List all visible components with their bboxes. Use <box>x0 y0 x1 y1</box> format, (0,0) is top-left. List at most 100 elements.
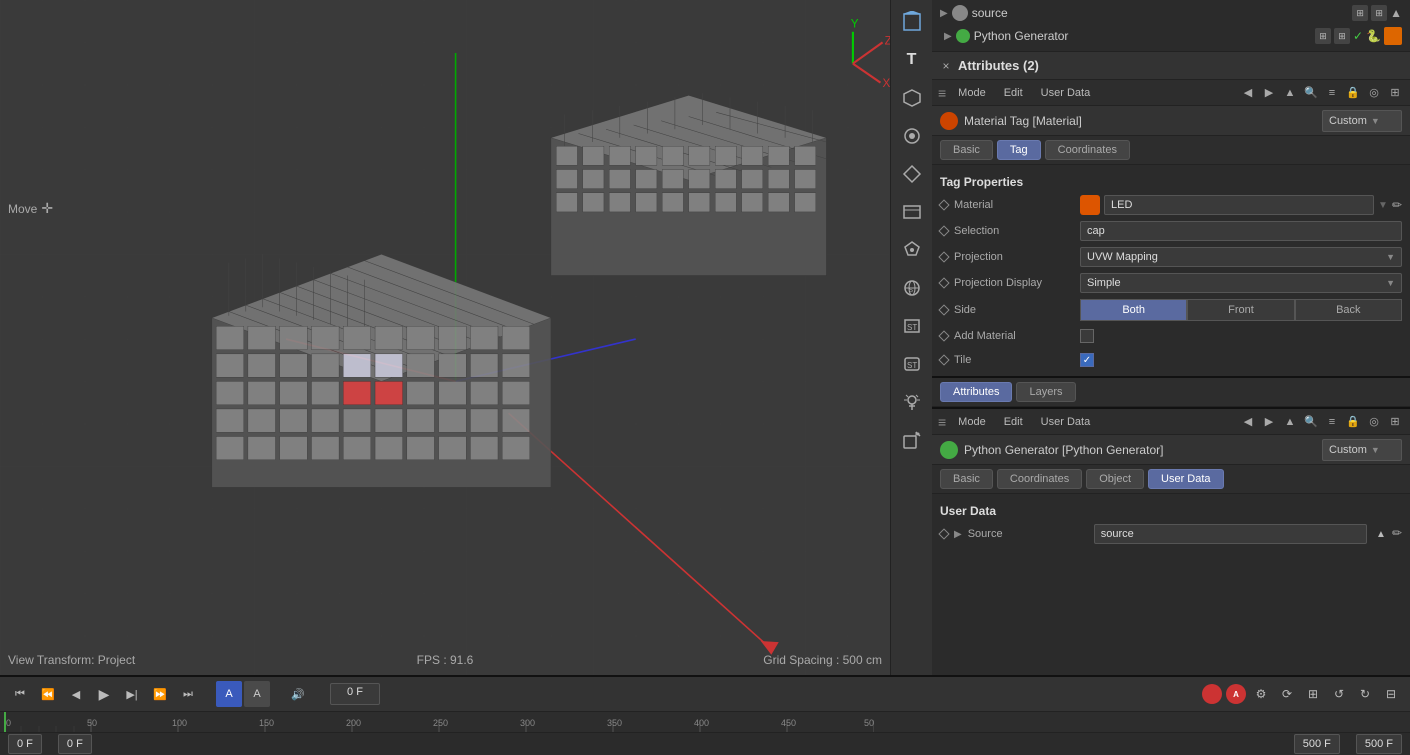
source-arrow-up[interactable]: ▲ <box>1373 526 1389 542</box>
projection-diamond[interactable] <box>938 251 949 262</box>
timeline-ruler[interactable]: 0 50 100 150 200 250 300 350 400 450 500 <box>0 712 1410 731</box>
side-btn-front[interactable]: Front <box>1187 299 1294 321</box>
search-icon[interactable]: 🔍 <box>1302 84 1320 102</box>
tl-settings[interactable]: ⚙ <box>1250 683 1272 705</box>
tile-checkbox[interactable]: ✓ <box>1080 353 1094 367</box>
sidebar-icon-poly[interactable] <box>894 232 930 268</box>
sidebar-icon-stamp[interactable]: ST <box>894 308 930 344</box>
nav-back-icon[interactable]: ◀ <box>1239 84 1257 102</box>
nav-up-icon[interactable]: ▲ <box>1281 84 1299 102</box>
tl-step-back[interactable]: ◀ <box>64 682 88 706</box>
frame-counter-start2[interactable]: 0 F <box>58 734 92 754</box>
proj-display-dropdown[interactable]: Simple ▼ <box>1080 273 1402 293</box>
tl-next-key[interactable]: ⏩ <box>148 682 172 706</box>
material-edit-icon[interactable]: ✏ <box>1392 198 1402 212</box>
edit-btn-1[interactable]: Edit <box>998 86 1029 100</box>
sidebar-icon-cube[interactable] <box>894 4 930 40</box>
selection-input[interactable]: cap <box>1080 221 1402 241</box>
target-icon[interactable]: ◎ <box>1365 84 1383 102</box>
tl-sync[interactable]: ⟳ <box>1276 683 1298 705</box>
tl-frame-input[interactable]: 0 F <box>330 683 380 705</box>
object-row-source[interactable]: ▶ source ⊞ ⊞ ▲ <box>936 2 1406 24</box>
py-ctrl-1[interactable]: ⊞ <box>1315 28 1331 44</box>
source-ctrl-2[interactable]: ⊞ <box>1371 5 1387 21</box>
tab-attributes-main[interactable]: Attributes <box>940 382 1012 402</box>
sidebar-icon-text[interactable]: T <box>894 42 930 78</box>
sidebar-icon-tag[interactable] <box>894 422 930 458</box>
tl-mode-btn[interactable]: A <box>216 681 242 707</box>
lock-icon[interactable]: 🔒 <box>1344 84 1362 102</box>
material-diamond[interactable] <box>938 199 949 210</box>
attr-close-btn-1[interactable]: × <box>938 58 954 74</box>
tl-menu1[interactable]: ⊞ <box>1302 683 1324 705</box>
external-icon-2[interactable]: ⊞ <box>1386 413 1404 431</box>
material-color-swatch[interactable] <box>1080 195 1100 215</box>
sidebar-icon-stamp2[interactable]: ST <box>894 346 930 382</box>
nav-up-icon-2[interactable]: ▲ <box>1281 413 1299 431</box>
object-row-python-gen[interactable]: ▶ Python Generator ⊞ ⊞ ✓ 🐍 <box>936 24 1406 48</box>
material-name-field[interactable]: LED <box>1104 195 1374 215</box>
add-material-checkbox[interactable] <box>1080 329 1094 343</box>
sidebar-icon-object[interactable] <box>894 80 930 116</box>
tl-bounce[interactable]: ↻ <box>1354 683 1376 705</box>
mode-btn-2[interactable]: Mode <box>952 415 992 429</box>
tab-basic-2[interactable]: Basic <box>940 469 993 489</box>
nav-forward-icon-2[interactable]: ▶ <box>1260 413 1278 431</box>
tl-loop[interactable]: ↺ <box>1328 683 1350 705</box>
side-diamond[interactable] <box>938 304 949 315</box>
nav-forward-icon[interactable]: ▶ <box>1260 84 1278 102</box>
sidebar-icon-light[interactable] <box>894 384 930 420</box>
frame-counter-start1[interactable]: 0 F <box>8 734 42 754</box>
filter-icon-2[interactable]: ≡ <box>1323 413 1341 431</box>
add-material-diamond[interactable] <box>938 330 949 341</box>
user-data-btn-1[interactable]: User Data <box>1035 86 1097 100</box>
source-edit-icon[interactable]: ✏ <box>1392 526 1402 542</box>
tl-step-fwd[interactable]: ▶| <box>120 682 144 706</box>
side-btn-both[interactable]: Both <box>1080 299 1187 321</box>
tl-volume[interactable]: 🔊 <box>286 682 310 706</box>
tab-coordinates-1[interactable]: Coordinates <box>1045 140 1130 160</box>
frame-counter-end2[interactable]: 500 F <box>1356 734 1402 754</box>
target-icon-2[interactable]: ◎ <box>1365 413 1383 431</box>
sidebar-icon-move[interactable] <box>894 194 930 230</box>
edit-btn-2[interactable]: Edit <box>998 415 1029 429</box>
side-btn-back[interactable]: Back <box>1295 299 1402 321</box>
source-diamond[interactable] <box>938 528 949 539</box>
source-ctrl-1[interactable]: ⊞ <box>1352 5 1368 21</box>
nav-back-icon-2[interactable]: ◀ <box>1239 413 1257 431</box>
tab-tag-1[interactable]: Tag <box>997 140 1041 160</box>
selection-diamond[interactable] <box>938 225 949 236</box>
external-icon[interactable]: ⊞ <box>1386 84 1404 102</box>
tl-auto-btn[interactable]: A <box>1226 684 1246 704</box>
proj-display-diamond[interactable] <box>938 277 949 288</box>
svg-text:400: 400 <box>694 718 709 728</box>
tl-goto-end[interactable]: ⏭ <box>176 682 200 706</box>
mode-btn-1[interactable]: Mode <box>952 86 992 100</box>
source-input-field[interactable]: source <box>1094 524 1367 544</box>
search-icon-2[interactable]: 🔍 <box>1302 413 1320 431</box>
sidebar-icon-globe[interactable]: ST <box>894 270 930 306</box>
tl-record-btn[interactable] <box>1202 684 1222 704</box>
tl-abc-btn[interactable]: A <box>244 681 270 707</box>
tl-play[interactable]: ▶ <box>92 682 116 706</box>
sidebar-icon-shape[interactable] <box>894 156 930 192</box>
frame-counter-end1[interactable]: 500 F <box>1294 734 1340 754</box>
tab-layers-main[interactable]: Layers <box>1016 382 1075 402</box>
py-ctrl-2[interactable]: ⊞ <box>1334 28 1350 44</box>
filter-icon[interactable]: ≡ <box>1323 84 1341 102</box>
lock-icon-2[interactable]: 🔒 <box>1344 413 1362 431</box>
custom-dropdown-1[interactable]: Custom ▼ <box>1322 110 1402 132</box>
tab-object-2[interactable]: Object <box>1086 469 1144 489</box>
sidebar-icon-fx[interactable] <box>894 118 930 154</box>
tab-coordinates-2[interactable]: Coordinates <box>997 469 1082 489</box>
tile-diamond[interactable] <box>938 354 949 365</box>
py-color-swatch[interactable] <box>1384 27 1402 45</box>
tab-user-data-2[interactable]: User Data <box>1148 469 1224 489</box>
tl-end[interactable]: ⊟ <box>1380 683 1402 705</box>
custom-dropdown-2[interactable]: Custom ▼ <box>1322 439 1402 461</box>
tl-goto-start[interactable]: ⏮ <box>8 682 32 706</box>
tl-prev-key[interactable]: ⏪ <box>36 682 60 706</box>
user-data-btn-2[interactable]: User Data <box>1035 415 1097 429</box>
projection-dropdown[interactable]: UVW Mapping ▼ <box>1080 247 1402 267</box>
tab-basic-1[interactable]: Basic <box>940 140 993 160</box>
